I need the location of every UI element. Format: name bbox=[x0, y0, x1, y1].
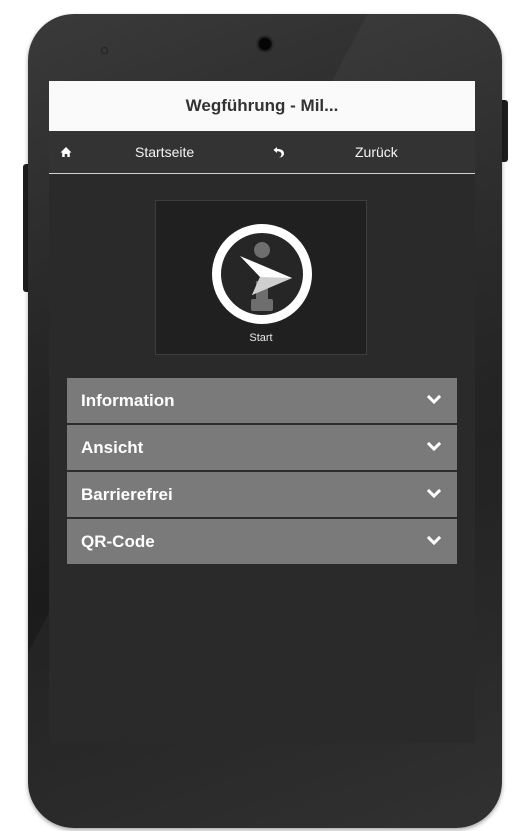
chevron-down-icon bbox=[427, 394, 441, 405]
start-navigation-icon bbox=[212, 224, 312, 324]
home-icon[interactable] bbox=[60, 146, 72, 158]
phone-camera bbox=[258, 37, 272, 51]
back-arrow-icon[interactable] bbox=[272, 145, 286, 159]
accordion-item-barrierefrei[interactable]: Barrierefrei bbox=[67, 472, 457, 519]
back-link[interactable]: Zurück bbox=[355, 131, 398, 173]
chevron-down-icon bbox=[427, 535, 441, 546]
app-screen: Wegführung - Mil... Startseite Zurück St… bbox=[49, 81, 475, 743]
accordion-label: Ansicht bbox=[81, 438, 144, 457]
chevron-down-icon bbox=[427, 441, 441, 452]
accordion-label: Information bbox=[81, 391, 175, 410]
accordion-item-qr-code[interactable]: QR-Code bbox=[67, 519, 457, 564]
start-label: Start bbox=[249, 332, 273, 344]
chevron-down-icon bbox=[427, 488, 441, 499]
accordion-item-ansicht[interactable]: Ansicht bbox=[67, 425, 457, 472]
nav-bar: Startseite Zurück bbox=[49, 131, 475, 174]
page-title: Wegführung - Mil... bbox=[49, 81, 475, 131]
accordion-item-information[interactable]: Information bbox=[67, 378, 457, 425]
home-link[interactable]: Startseite bbox=[135, 131, 194, 173]
start-button[interactable]: Start bbox=[155, 200, 367, 355]
accordion: Information Ansicht Barrierefrei QR-Code bbox=[67, 378, 457, 564]
accordion-label: Barrierefrei bbox=[81, 485, 173, 504]
accordion-label: QR-Code bbox=[81, 532, 155, 551]
phone-sensor bbox=[101, 47, 108, 54]
